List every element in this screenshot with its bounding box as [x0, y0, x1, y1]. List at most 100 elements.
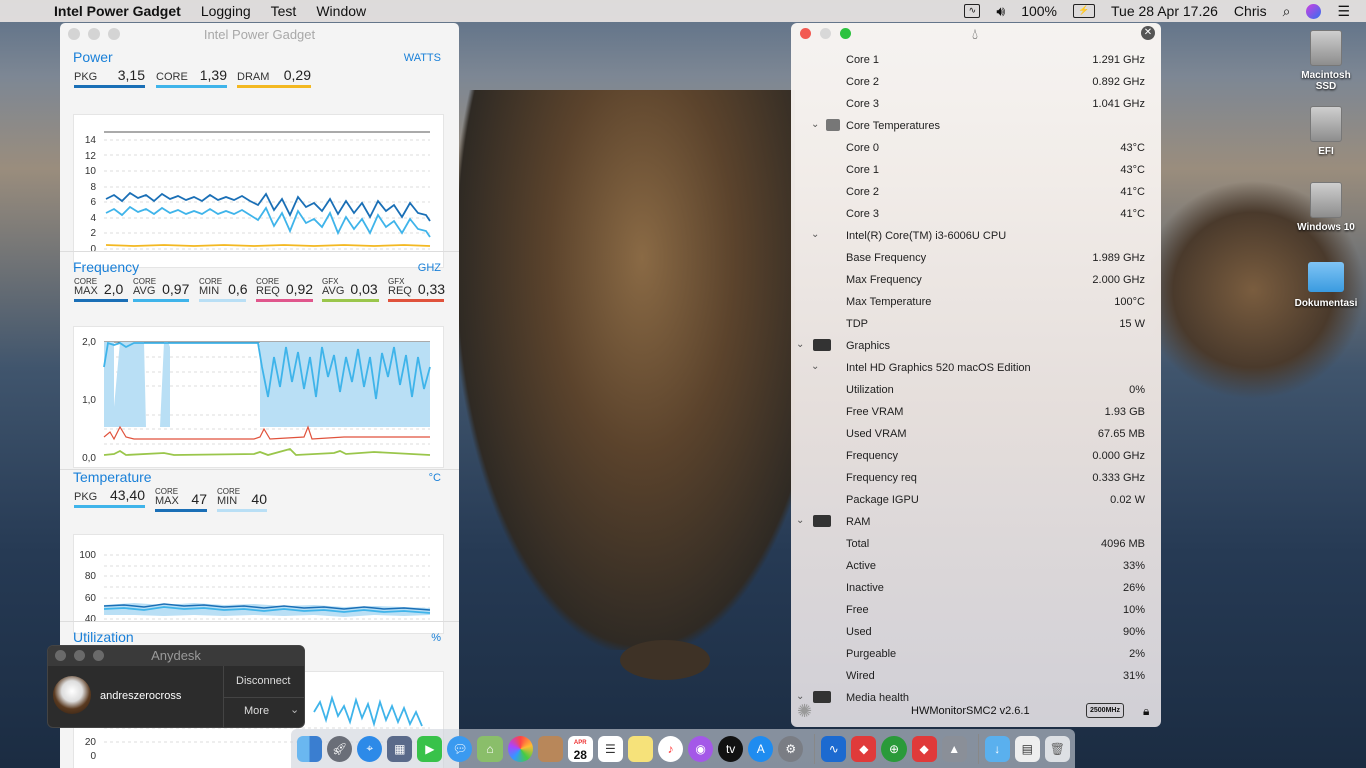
volume-icon[interactable]: 🔊︎: [996, 3, 1005, 20]
app-store-icon[interactable]: A: [748, 735, 774, 762]
temperature-chart: 100 80 60 40: [73, 534, 444, 634]
window-title: Intel Power Gadget: [203, 26, 316, 42]
minimize-button[interactable]: [820, 28, 831, 39]
close-button[interactable]: [55, 650, 66, 661]
reminders-icon[interactable]: ☰: [597, 735, 623, 762]
photos-icon[interactable]: [507, 735, 533, 762]
tick-label: 2: [90, 228, 96, 239]
drive-icon: [1310, 106, 1342, 142]
desktop-icon-macintosh-ssd[interactable]: Macintosh SSD: [1291, 30, 1361, 92]
sensor-category-icon: [826, 119, 840, 131]
window-titlebar: Intel Power Gadget: [60, 23, 459, 45]
zoom-button[interactable]: [93, 650, 104, 661]
sensor-name: Package IGPU: [846, 494, 919, 506]
menu-window[interactable]: Window: [316, 3, 366, 19]
sensor-row: Max Frequency 2.000 GHz: [791, 269, 1161, 291]
chevron-down-icon[interactable]: ⌄: [811, 361, 819, 372]
chevron-down-icon[interactable]: ⌄: [796, 339, 804, 350]
facetime-icon[interactable]: ▶: [417, 735, 443, 762]
clock[interactable]: Tue 28 Apr 17.26: [1111, 3, 1218, 19]
sensor-group-row[interactable]: ⌄ Intel(R) Core(TM) i3-6006U CPU: [791, 225, 1161, 247]
anydesk-icon[interactable]: ◆: [851, 735, 877, 762]
safari-icon[interactable]: ⌖: [357, 735, 383, 762]
cpu-frequency-badge[interactable]: 2500MHz: [1086, 703, 1124, 718]
desktop-icon-windows-10[interactable]: Windows 10: [1291, 182, 1361, 233]
menu-test[interactable]: Test: [271, 3, 297, 19]
chevron-down-icon[interactable]: ⌄: [811, 229, 819, 240]
sensor-name: Total: [846, 538, 870, 550]
section-divider: [60, 621, 459, 622]
intel-power-gadget-icon[interactable]: ∿: [821, 735, 847, 762]
zoom-button[interactable]: [108, 28, 120, 40]
dock-separator: [977, 733, 979, 764]
menu-bar: Intel Power Gadget Logging Test Window ∿…: [0, 0, 1366, 22]
sensor-value: 10%: [1122, 604, 1145, 616]
minimize-button[interactable]: [74, 650, 85, 661]
desktop-icon-dokumentasi[interactable]: Dokumentasi: [1291, 262, 1361, 309]
tick-label: 1,0: [82, 395, 96, 406]
documents-stack-icon[interactable]: ▤: [1014, 735, 1040, 762]
downloads-folder-icon[interactable]: ↓: [984, 735, 1010, 762]
close-button[interactable]: [800, 28, 811, 39]
sensor-row: Max Temperature 100°C: [791, 291, 1161, 313]
contacts-icon[interactable]: [537, 735, 563, 762]
sensor-name: Active: [846, 560, 876, 572]
sensor-group-row[interactable]: ⌄ Graphics: [791, 335, 1161, 357]
system-preferences-icon[interactable]: ⚙: [778, 735, 804, 762]
minimize-button[interactable]: [88, 28, 100, 40]
siri-icon[interactable]: [1306, 3, 1322, 19]
sensor-value: 15 W: [1119, 318, 1145, 330]
sensor-row: Core 2 41°C: [791, 181, 1161, 203]
tick-label: 40: [85, 614, 97, 625]
close-button[interactable]: [68, 28, 80, 40]
sensor-name: Graphics: [846, 340, 891, 352]
desktop-icon-efi[interactable]: EFI: [1291, 106, 1361, 157]
notes-icon[interactable]: [627, 735, 653, 762]
maps-icon[interactable]: ⌂: [477, 735, 503, 762]
trash-icon[interactable]: 🗑︎: [1044, 735, 1070, 762]
preview-icon[interactable]: ▦: [387, 735, 413, 762]
anydesk-remote-icon[interactable]: ◆: [911, 735, 937, 762]
metric-value: 2,0: [103, 281, 124, 297]
metric-core-min: CORE MIN 0,6: [199, 277, 248, 302]
launchpad-icon[interactable]: 🚀︎: [327, 735, 353, 762]
disconnect-button[interactable]: Disconnect: [236, 675, 290, 687]
user-menu[interactable]: Chris: [1234, 3, 1267, 19]
finder-icon[interactable]: [297, 735, 323, 762]
battery-icon[interactable]: ⚡: [1073, 4, 1096, 18]
section-unit: GHZ: [417, 262, 441, 274]
close-circle-icon[interactable]: ✕: [1141, 26, 1155, 40]
notification-center-icon[interactable]: ☰: [1337, 3, 1350, 20]
sensor-name: Frequency req: [846, 472, 917, 484]
podcasts-icon[interactable]: ◉: [688, 735, 714, 762]
tv-icon[interactable]: tv: [718, 735, 744, 762]
metric-label: MIN: [199, 285, 220, 297]
sensor-name: Max Temperature: [846, 296, 932, 308]
utility-icon[interactable]: ▲: [941, 735, 967, 762]
calendar-icon[interactable]: APR 28: [567, 735, 593, 762]
more-button[interactable]: More: [244, 705, 269, 717]
sensor-group-row[interactable]: ⌄ Core Temperatures: [791, 115, 1161, 137]
messages-icon[interactable]: 💬︎: [447, 735, 473, 762]
zoom-button[interactable]: [840, 28, 851, 39]
chevron-down-icon[interactable]: ⌄: [290, 703, 299, 716]
metric-core: CORE 1,39: [156, 67, 227, 88]
spotlight-icon[interactable]: ⌕: [1283, 3, 1291, 20]
gear-icon[interactable]: ✺: [797, 701, 812, 722]
sensor-group-row[interactable]: ⌄ RAM: [791, 511, 1161, 533]
sensor-value: 1.989 GHz: [1092, 252, 1145, 264]
battery-percentage[interactable]: 100%: [1021, 3, 1057, 19]
music-icon[interactable]: ♪: [657, 735, 684, 762]
chevron-down-icon[interactable]: ⌄: [811, 119, 819, 130]
hwmonitor-icon[interactable]: ⊕: [881, 735, 907, 762]
lock-icon[interactable]: 🔒︎: [1143, 704, 1149, 719]
app-menu[interactable]: Intel Power Gadget: [54, 3, 181, 19]
chevron-down-icon[interactable]: ⌄: [796, 515, 804, 526]
menu-logging[interactable]: Logging: [201, 3, 251, 19]
sensor-value: 0.02 W: [1110, 494, 1145, 506]
tick-label: 14: [85, 135, 97, 146]
sensor-group-row[interactable]: ⌄ Intel HD Graphics 520 macOS Edition: [791, 357, 1161, 379]
sensor-row: Purgeable 2%: [791, 643, 1161, 665]
activity-monitor-icon[interactable]: ∿: [964, 4, 981, 18]
sensor-row: Frequency 0.000 GHz: [791, 445, 1161, 467]
